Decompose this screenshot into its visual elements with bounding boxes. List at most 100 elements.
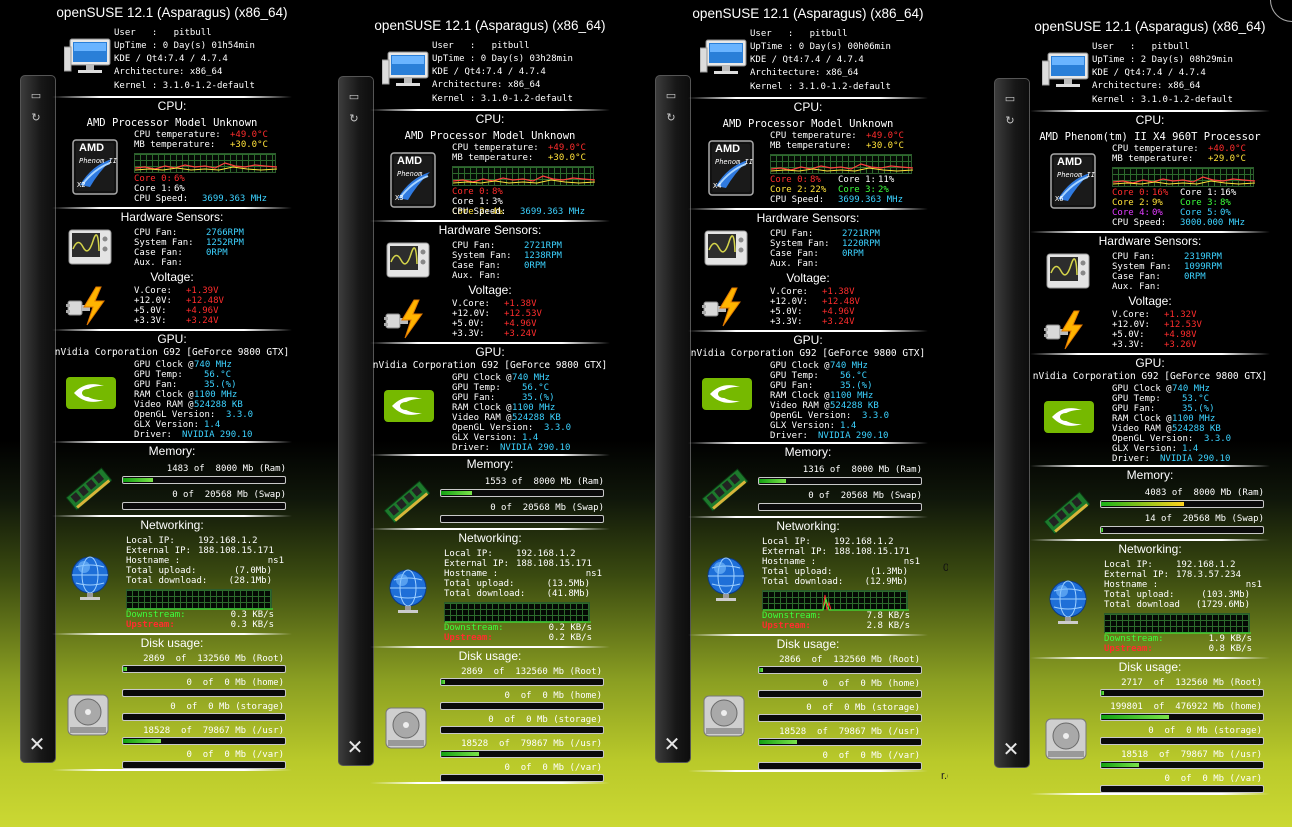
sysinfo-widget: openSUSE 12.1 (Asparagus) (x86_64) User :…	[52, 0, 292, 827]
power-plug-lightning-icon	[384, 298, 426, 344]
upstream-label: Upstream:	[1104, 644, 1153, 654]
disk-row-3-bar-fill	[441, 752, 479, 756]
driver-version-label: Driver:	[770, 431, 808, 441]
upstream-label: Upstream:	[444, 633, 493, 643]
kernel-line: Kernel : 3.1.0-1.2-default	[750, 82, 891, 92]
disk-row-1-bar-fill	[1101, 715, 1169, 719]
hardware-monitor-icon	[1046, 253, 1090, 293]
swap-usage-bar	[1100, 526, 1264, 534]
close-icon[interactable]: ✕	[1001, 739, 1021, 759]
disk-row-1-text: 199801 of 476922 Mb (home)	[1110, 702, 1262, 712]
disk-row-1-bar	[1100, 713, 1264, 721]
gpu-model-name: nVidia Corporation G92 [GeForce 9800 GTX…	[372, 360, 608, 371]
ram-module-icon	[701, 468, 749, 516]
disk-row-0-bar-fill	[759, 668, 763, 672]
disk-row-0-text: 2869 of 132560 Mb (Root)	[143, 654, 284, 664]
driver-version-label: Driver:	[1112, 454, 1150, 464]
ram-usage-text: 4083 of 8000 Mb (Ram)	[1144, 488, 1264, 498]
section-divider	[1030, 793, 1270, 795]
kernel-line: Kernel : 3.1.0-1.2-default	[432, 94, 573, 104]
hard-disk-icon	[1044, 717, 1088, 765]
opengl-version-value: 3.3.0	[1204, 434, 1232, 444]
display-icon[interactable]: ▭	[347, 91, 361, 103]
external-ip-value: 188.108.15.171	[834, 547, 910, 557]
computer-icon	[1041, 47, 1092, 93]
v33-value: +3.24V	[822, 317, 855, 327]
hardware-monitor-icon	[704, 230, 748, 270]
sensors-section-title: Hardware Sensors:	[756, 211, 860, 225]
kde-version-line: KDE / Qt4:7.4 / 4.7.4	[750, 55, 864, 65]
display-icon[interactable]: ▭	[29, 90, 43, 102]
refresh-icon[interactable]: ↻	[1003, 115, 1017, 127]
disk-row-4-bar	[122, 761, 286, 769]
disk-row-3-bar-fill	[123, 739, 161, 743]
computer-icon	[63, 33, 114, 79]
swap-usage-text: 0 of 20568 Mb (Swap)	[808, 491, 922, 501]
display-icon[interactable]: ▭	[664, 90, 678, 102]
gpu-model-name: nVidia Corporation G92 [GeForce 9800 GTX…	[690, 348, 926, 359]
section-divider	[52, 441, 292, 443]
ram-usage-text: 1553 of 8000 Mb (Ram)	[484, 477, 604, 487]
section-divider	[370, 109, 610, 111]
external-ip-value: 178.3.57.234	[1176, 570, 1242, 580]
display-icon[interactable]: ▭	[1003, 93, 1017, 105]
architecture-line: Architecture: x86_64	[432, 80, 541, 90]
gpu-section-title: GPU:	[1135, 356, 1165, 370]
section-divider	[1030, 110, 1270, 112]
external-ip-value: 188.108.15.171	[198, 546, 274, 556]
network-section-title: Networking:	[140, 518, 204, 532]
disk-row-3-text: 18528 of 79867 Mb (/usr)	[143, 726, 284, 736]
section-divider	[52, 329, 292, 331]
ram-usage-bar	[1100, 500, 1264, 508]
section-divider	[52, 515, 292, 517]
cpu-speed-value: 3699.363 MHz	[838, 195, 904, 205]
total-download-label: Total download:	[444, 589, 526, 599]
desktop: ▭ ↻ ✕ openSUSE 12.1 (Asparagus) (x86_64) Use…	[0, 0, 1292, 827]
aux-fan-label: Aux. Fan:	[1112, 282, 1161, 292]
case-fan-value: 0RPM	[1184, 272, 1206, 282]
disk-row-2-text: 0 of 0 Mb (storage)	[806, 703, 920, 713]
section-divider	[688, 97, 928, 99]
power-plug-lightning-icon	[702, 286, 744, 332]
gpu-model-name: nVidia Corporation G92 [GeForce 9800 GTX…	[54, 347, 290, 358]
amd-brand-text: AMD	[1057, 156, 1083, 168]
opengl-version-value: 3.3.0	[544, 423, 572, 433]
nvidia-logo-icon	[384, 390, 434, 426]
os-title: openSUSE 12.1 (Asparagus) (x86_64)	[56, 5, 288, 20]
amd-brand-text: AMD	[79, 142, 105, 154]
cpu-load-graph	[770, 154, 913, 174]
section-divider	[688, 516, 928, 518]
ram-usage-bar	[758, 477, 922, 485]
close-icon[interactable]: ✕	[662, 734, 682, 754]
upstream-label: Upstream:	[126, 620, 175, 630]
case-fan-value: 0RPM	[206, 248, 228, 258]
disk-row-0-bar	[440, 678, 604, 686]
uptime-line: UpTime : 0 Day(s) 01h54min	[114, 41, 255, 51]
cpu-speed-label: CPU Speed:	[134, 194, 189, 204]
nvidia-logo-icon	[66, 377, 116, 413]
amd-brand-text: AMD	[397, 155, 423, 167]
disk-row-2-bar	[1100, 737, 1264, 745]
swap-usage-bar	[122, 502, 286, 510]
ram-usage-bar	[122, 476, 286, 484]
disk-section-title: Disk usage:	[776, 637, 840, 651]
refresh-icon[interactable]: ↻	[347, 113, 361, 125]
close-icon[interactable]: ✕	[27, 734, 47, 754]
disk-row-2-bar	[440, 726, 604, 734]
ram-usage-bar-fill	[1101, 502, 1184, 506]
cpu-speed-label: CPU Speed:	[770, 195, 825, 205]
upstream-label: Upstream:	[762, 621, 811, 631]
network-section-title: Networking:	[776, 519, 840, 533]
section-divider	[52, 769, 292, 771]
close-icon[interactable]: ✕	[345, 737, 365, 757]
refresh-icon[interactable]: ↻	[664, 112, 678, 124]
swap-usage-text: 0 of 20568 Mb (Swap)	[490, 503, 604, 513]
upstream-rate: 2.8 KB/s	[866, 621, 910, 631]
cpu-speed-value: 3000.000 MHz	[1180, 218, 1246, 228]
section-divider	[1030, 231, 1270, 233]
cpu-section-title: CPU:	[475, 112, 505, 126]
uptime-line: UpTime : 0 Day(s) 00h06min	[750, 42, 891, 52]
refresh-icon[interactable]: ↻	[29, 112, 43, 124]
swap-usage-text: 14 of 20568 Mb (Swap)	[1144, 514, 1264, 524]
disk-row-0-text: 2717 of 132560 Mb (Root)	[1121, 678, 1262, 688]
